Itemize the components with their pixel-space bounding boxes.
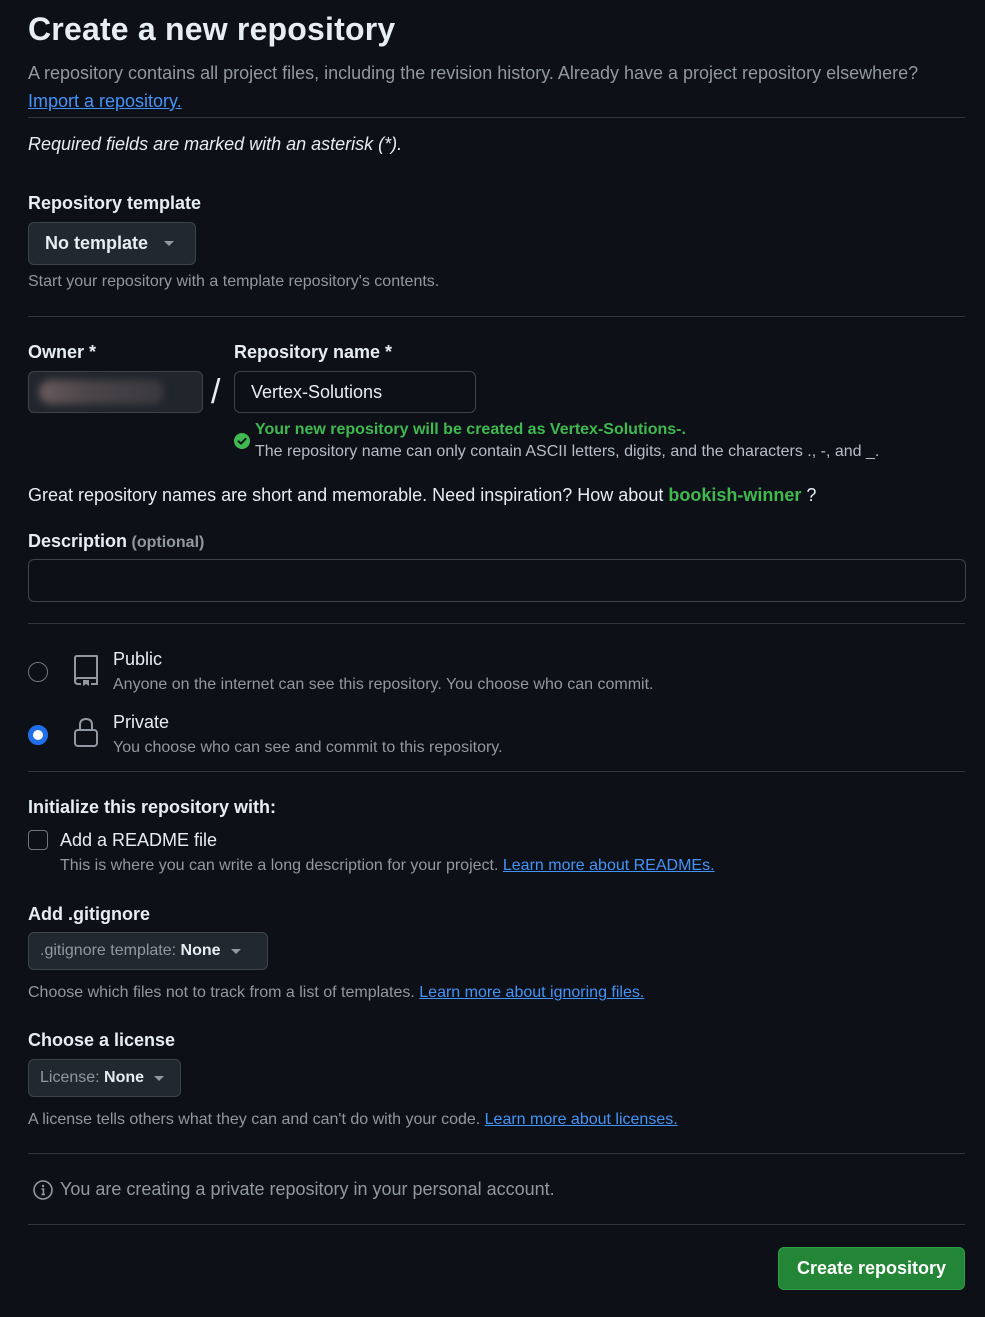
- private-repo-info: You are creating a private repository in…: [60, 1179, 555, 1199]
- visibility-private-label: Private: [113, 712, 170, 732]
- gitignore-hint-text: Choose which files not to track from a l…: [28, 984, 415, 1001]
- create-repo-form: Create a new repository A repository con…: [0, 0, 985, 1290]
- inspiration-text: Great repository names are short and mem…: [28, 484, 816, 506]
- gitignore-select-text: .gitignore template: None: [40, 942, 221, 960]
- repo-name-input[interactable]: [234, 371, 476, 413]
- owner-avatar-blurred: [39, 380, 164, 404]
- create-repository-button[interactable]: Create repository: [778, 1247, 965, 1290]
- license-hint-text: A license tells others what they can and…: [28, 1111, 481, 1128]
- license-dropdown[interactable]: License: None: [28, 1059, 181, 1097]
- license-select-prefix: License:: [40, 1069, 100, 1086]
- divider: [28, 117, 965, 118]
- caret-down-icon: [230, 948, 241, 954]
- gitignore-select-prefix: .gitignore template:: [40, 942, 177, 959]
- owner-dropdown[interactable]: [28, 371, 203, 413]
- gitignore-label: Add .gitignore: [28, 904, 150, 924]
- owner-repo-separator: /: [211, 373, 221, 411]
- template-dropdown[interactable]: No template: [28, 222, 196, 265]
- readme-hint: This is where you can write a long descr…: [60, 857, 715, 875]
- template-selected: No template: [45, 233, 149, 253]
- visibility-public-description: Anyone on the internet can see this repo…: [113, 676, 654, 693]
- required-fields-note: Required fields are marked with an aster…: [28, 134, 403, 154]
- template-label: Repository template: [28, 193, 202, 213]
- description-optional: (optional): [131, 534, 205, 551]
- visibility-public-label: Public: [113, 649, 163, 669]
- page-title: Create a new repository: [28, 11, 396, 47]
- divider: [28, 771, 965, 772]
- license-hint: A license tells others what they can and…: [28, 1111, 678, 1129]
- learn-more-licenses-link[interactable]: Learn more about licenses.: [485, 1111, 678, 1128]
- description-label-row: Description (optional): [28, 529, 204, 555]
- license-select-text: License: None: [40, 1069, 144, 1087]
- info-icon: [33, 1180, 53, 1205]
- caret-down-icon: [164, 241, 175, 246]
- inspiration-suffix: ?: [806, 485, 817, 505]
- license-label: Choose a license: [28, 1030, 176, 1050]
- import-repository-link[interactable]: Import a repository.: [28, 91, 182, 111]
- intro-text: A repository contains all project files,…: [28, 59, 965, 115]
- repo-name-rules: The repository name can only contain ASC…: [255, 443, 880, 460]
- gitignore-dropdown[interactable]: .gitignore template: None: [28, 932, 268, 970]
- initialize-label: Initialize this repository with:: [28, 797, 277, 817]
- readme-hint-text: This is where you can write a long descr…: [60, 857, 499, 874]
- gitignore-select-value: None: [180, 942, 221, 959]
- suggested-name-link[interactable]: bookish-winner: [668, 485, 801, 505]
- description-label: Description: [28, 531, 128, 551]
- divider: [28, 1153, 965, 1154]
- license-select-value: None: [104, 1069, 145, 1086]
- repo-icon: [72, 654, 100, 691]
- repo-name-success: Your new repository will be created as V…: [255, 421, 686, 438]
- divider: [28, 623, 965, 624]
- visibility-private-description: You choose who can see and commit to thi…: [113, 739, 503, 756]
- intro-description: A repository contains all project files,…: [28, 63, 919, 83]
- learn-more-readmes-link[interactable]: Learn more about READMEs.: [503, 857, 715, 874]
- description-input[interactable]: [28, 559, 966, 602]
- learn-more-gitignore-link[interactable]: Learn more about ignoring files.: [419, 984, 644, 1001]
- divider: [28, 1224, 965, 1225]
- gitignore-hint: Choose which files not to track from a l…: [28, 984, 644, 1002]
- inspiration-prompt: Great repository names are short and mem…: [28, 485, 664, 505]
- owner-label: Owner *: [28, 342, 97, 362]
- caret-down-icon: [154, 1075, 165, 1081]
- template-hint: Start your repository with a template re…: [28, 273, 440, 290]
- repo-name-label: Repository name *: [234, 342, 393, 362]
- divider: [28, 316, 965, 317]
- visibility-public-radio[interactable]: [28, 662, 48, 682]
- visibility-private-radio[interactable]: [28, 725, 48, 745]
- add-readme-label[interactable]: Add a README file: [60, 829, 217, 851]
- check-circle-icon: [234, 433, 250, 449]
- lock-icon: [73, 717, 99, 754]
- add-readme-checkbox[interactable]: [28, 830, 48, 850]
